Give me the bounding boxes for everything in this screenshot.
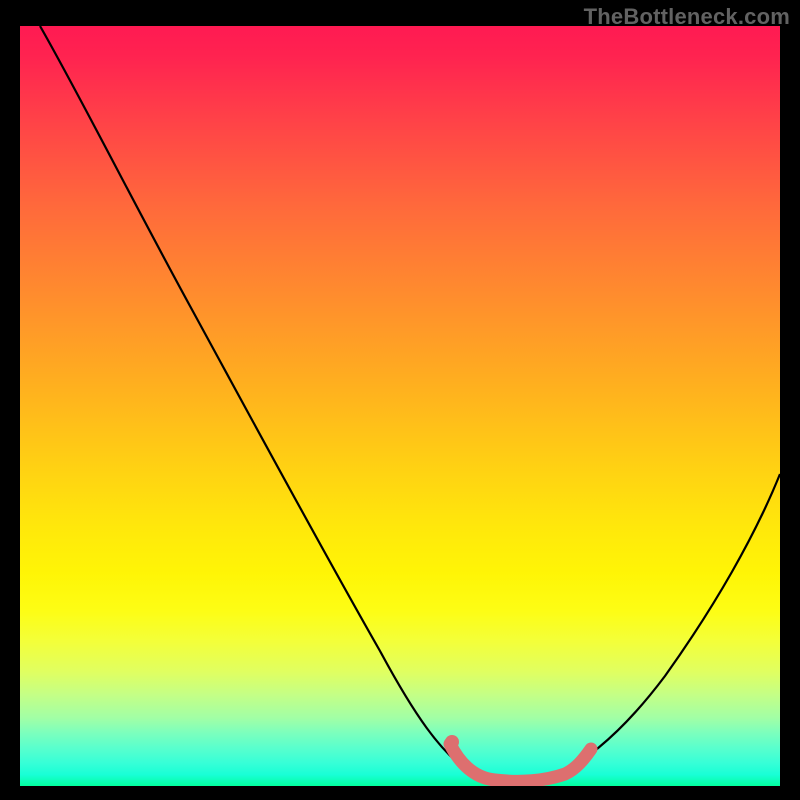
plot-area [20, 26, 780, 786]
curve-layer [20, 26, 780, 786]
chart-frame: TheBottleneck.com [0, 0, 800, 800]
pink-dot-icon [445, 735, 459, 749]
pink-bottom-highlight [450, 744, 591, 781]
black-v-curve [40, 26, 780, 782]
